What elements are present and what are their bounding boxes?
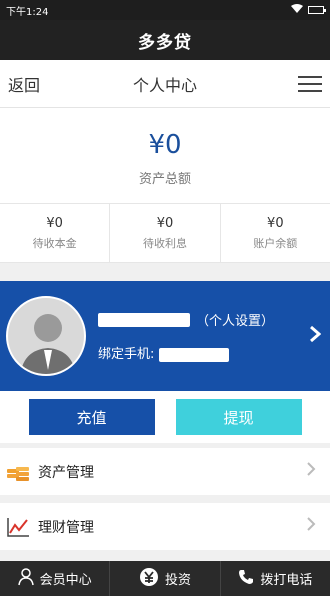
chevron-right-icon <box>306 516 316 537</box>
tab-call[interactable]: 拨打电话 <box>221 561 330 596</box>
stat-interest: ¥0 待收利息 <box>110 204 221 262</box>
total-assets-value: ¥0 <box>148 130 182 160</box>
back-button[interactable]: 返回 <box>8 72 40 96</box>
stat-label: 待收利息 <box>142 237 187 250</box>
recharge-button[interactable]: 充值 <box>28 399 155 435</box>
chart-icon <box>6 516 30 538</box>
menu-icon[interactable] <box>298 75 322 92</box>
menu-list: 资产管理 理财管理 <box>0 448 330 558</box>
page-title: 个人中心 <box>132 75 197 95</box>
wifi-icon <box>291 4 303 16</box>
tab-member-center[interactable]: 会员中心 <box>0 561 111 596</box>
stat-principal: ¥0 待收本金 <box>0 204 111 262</box>
money-icon <box>139 567 159 591</box>
profile-settings-link[interactable]: （个人设置） <box>196 310 274 329</box>
list-item-label: 资产管理 <box>38 464 94 481</box>
profile-info: （个人设置） 绑定手机: <box>98 310 300 362</box>
chevron-right-icon[interactable] <box>300 324 330 349</box>
assets-summary: ¥0 资产总额 <box>0 108 330 203</box>
list-item-label: 理财管理 <box>38 519 94 536</box>
list-item-asset-management[interactable]: 资产管理 <box>0 448 330 503</box>
stat-label: 账户余额 <box>253 237 298 250</box>
stat-label: 待收本金 <box>32 237 77 250</box>
person-icon <box>17 567 34 590</box>
stat-value: ¥0 <box>46 216 63 231</box>
masked-username <box>98 312 190 327</box>
bottom-tab-bar: 会员中心 投资 拨打电话 <box>0 561 330 596</box>
stats-row: ¥0 待收本金 ¥0 待收利息 ¥0 账户余额 <box>0 203 330 263</box>
status-time: 下午1:24 <box>6 6 49 18</box>
stat-value: ¥0 <box>156 216 174 231</box>
stat-balance: ¥0 账户余额 <box>221 204 330 262</box>
tab-label: 拨打电话 <box>260 573 313 588</box>
total-assets-label: 资产总额 <box>138 172 191 187</box>
withdraw-button[interactable]: 提现 <box>175 399 302 435</box>
stat-value: ¥0 <box>267 216 284 231</box>
phone-icon <box>238 569 254 589</box>
profile-card[interactable]: （个人设置） 绑定手机: <box>0 281 330 391</box>
coins-icon <box>6 461 30 483</box>
battery-icon <box>308 6 326 14</box>
action-buttons: 充值 提现 <box>0 391 330 443</box>
tab-invest[interactable]: 投资 <box>110 561 221 596</box>
tab-label: 投资 <box>164 573 191 588</box>
status-icons <box>291 4 326 16</box>
tab-label: 会员中心 <box>39 573 92 588</box>
avatar <box>6 296 86 376</box>
list-item-finance-management[interactable]: 理财管理 <box>0 503 330 558</box>
status-bar: 下午1:24 <box>0 0 330 20</box>
chevron-right-icon <box>306 461 316 482</box>
nav-bar: 返回 个人中心 <box>0 60 330 108</box>
phone-label: 绑定手机: <box>98 347 155 362</box>
app-header: 多多贷 <box>0 20 330 60</box>
masked-phone <box>158 347 229 362</box>
